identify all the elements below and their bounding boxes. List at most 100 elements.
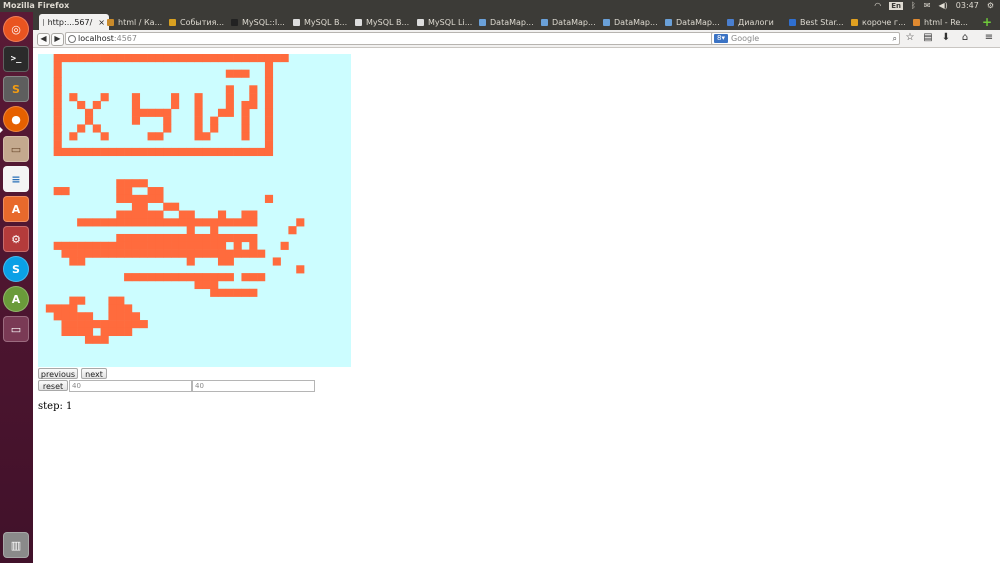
pixel-cell[interactable] xyxy=(171,202,180,211)
pixel-cell[interactable] xyxy=(131,179,141,188)
pixel-cell[interactable] xyxy=(45,304,54,313)
pixel-cell[interactable] xyxy=(61,187,70,196)
volume-icon[interactable]: ◀) xyxy=(938,1,947,10)
pixel-cell[interactable] xyxy=(249,241,258,250)
pixel-cell[interactable] xyxy=(69,93,78,102)
pixel-cell[interactable] xyxy=(280,241,289,250)
pixel-cell[interactable] xyxy=(194,54,203,63)
pixel-cell[interactable] xyxy=(163,241,172,250)
pixel-cell[interactable] xyxy=(124,187,133,196)
pixel-cell[interactable] xyxy=(178,210,187,219)
pixel-cell[interactable] xyxy=(116,320,125,329)
pixel-cell[interactable] xyxy=(241,233,250,243)
pixel-cell[interactable] xyxy=(84,327,94,337)
tab-2[interactable]: События... xyxy=(169,14,227,30)
keyboard-layout-indicator[interactable]: En xyxy=(889,1,903,10)
pixel-cell[interactable] xyxy=(296,218,305,227)
search-engine-icon[interactable]: 8▾ xyxy=(714,34,728,43)
pixel-cell[interactable] xyxy=(108,218,117,227)
pixel-cell[interactable] xyxy=(225,218,234,227)
pixel-cell[interactable] xyxy=(217,147,227,157)
pixel-cell[interactable] xyxy=(225,100,234,110)
pixel-cell[interactable] xyxy=(139,320,148,329)
pixel-cell[interactable] xyxy=(147,233,156,243)
pixel-cell[interactable] xyxy=(241,147,250,157)
pixel-cell[interactable] xyxy=(225,54,234,63)
pixel-cell[interactable] xyxy=(264,108,274,117)
pixel-cell[interactable] xyxy=(155,132,164,141)
pixel-cell[interactable] xyxy=(124,249,133,258)
pixel-cell[interactable] xyxy=(155,194,164,203)
pixel-cell[interactable] xyxy=(163,202,172,211)
pixel-cell[interactable] xyxy=(116,194,125,203)
pixel-cell[interactable] xyxy=(139,249,148,258)
pixel-cell[interactable] xyxy=(131,320,141,329)
pixel-cell[interactable] xyxy=(171,233,180,243)
pixel-cell[interactable] xyxy=(100,218,109,227)
pixel-cell[interactable] xyxy=(61,312,70,321)
pixel-cell[interactable] xyxy=(264,100,274,110)
pixel-cell[interactable] xyxy=(202,273,211,282)
pixel-cell[interactable] xyxy=(202,132,211,141)
pixel-cell[interactable] xyxy=(116,218,125,227)
pixel-cell[interactable] xyxy=(264,69,274,78)
pixel-cell[interactable] xyxy=(77,257,86,266)
pixel-cell[interactable] xyxy=(100,241,109,250)
pixel-cell[interactable] xyxy=(233,241,242,250)
pixel-cell[interactable] xyxy=(139,179,148,188)
pixel-cell[interactable] xyxy=(241,100,250,110)
pixel-cell[interactable] xyxy=(194,108,203,117)
pixel-cell[interactable] xyxy=(108,312,117,321)
pixel-cell[interactable] xyxy=(131,116,141,125)
pixel-cell[interactable] xyxy=(233,233,242,243)
pixel-cell[interactable] xyxy=(131,210,141,219)
pixel-cell[interactable] xyxy=(53,100,62,110)
pixel-cell[interactable] xyxy=(264,194,274,203)
pixel-cell[interactable] xyxy=(241,108,250,117)
pixel-cell[interactable] xyxy=(155,210,164,219)
search-icon[interactable]: ⌕ xyxy=(893,33,897,44)
pixel-cell[interactable] xyxy=(116,233,125,243)
tab-14[interactable]: html - Re... xyxy=(913,14,971,30)
tab-7[interactable]: DataMap... xyxy=(479,14,537,30)
pixel-cell[interactable] xyxy=(61,327,70,337)
pixel-cell[interactable] xyxy=(217,241,227,250)
pixel-cell[interactable] xyxy=(272,257,281,266)
pixel-cell[interactable] xyxy=(124,218,133,227)
pixel-cell[interactable] xyxy=(77,296,86,305)
pixel-cell[interactable] xyxy=(171,218,180,227)
pixel-cell[interactable] xyxy=(84,241,94,250)
pixel-cell[interactable] xyxy=(280,54,289,63)
pixel-cell[interactable] xyxy=(210,288,219,297)
pixel-cell[interactable] xyxy=(84,54,94,63)
tab-11[interactable]: Диалоги xyxy=(727,14,785,30)
pixel-cell[interactable] xyxy=(61,249,70,258)
pixel-cell[interactable] xyxy=(92,100,101,110)
pixel-cell[interactable] xyxy=(257,54,266,63)
pixel-cell[interactable] xyxy=(100,327,109,337)
pixel-cell[interactable] xyxy=(116,179,125,188)
pixel-cell[interactable] xyxy=(84,335,94,344)
pixel-cell[interactable] xyxy=(92,54,101,63)
pixel-cell[interactable] xyxy=(69,132,78,141)
pixel-cell[interactable] xyxy=(163,54,172,63)
pixel-cell[interactable] xyxy=(139,218,148,227)
download-icon[interactable]: ⬇ xyxy=(940,32,952,44)
pixel-cell[interactable] xyxy=(116,327,125,337)
pixel-cell[interactable] xyxy=(108,249,117,258)
pixel-cell[interactable] xyxy=(163,116,172,125)
pixel-cell[interactable] xyxy=(53,187,62,196)
pixel-cell[interactable] xyxy=(53,61,62,70)
pixel-cell[interactable] xyxy=(186,218,195,227)
pixel-cell[interactable] xyxy=(155,249,164,258)
pixel-cell[interactable] xyxy=(84,320,94,329)
pixel-cell[interactable] xyxy=(210,116,219,125)
gear-icon[interactable]: ⚙ xyxy=(987,1,994,10)
skype-icon[interactable]: S xyxy=(3,256,29,282)
pixel-cell[interactable] xyxy=(147,108,156,117)
pixel-cell[interactable] xyxy=(210,249,219,258)
pixel-cell[interactable] xyxy=(171,93,180,102)
pixel-cell[interactable] xyxy=(225,233,234,243)
pixel-cell[interactable] xyxy=(139,108,148,117)
pixel-cell[interactable] xyxy=(53,304,62,313)
